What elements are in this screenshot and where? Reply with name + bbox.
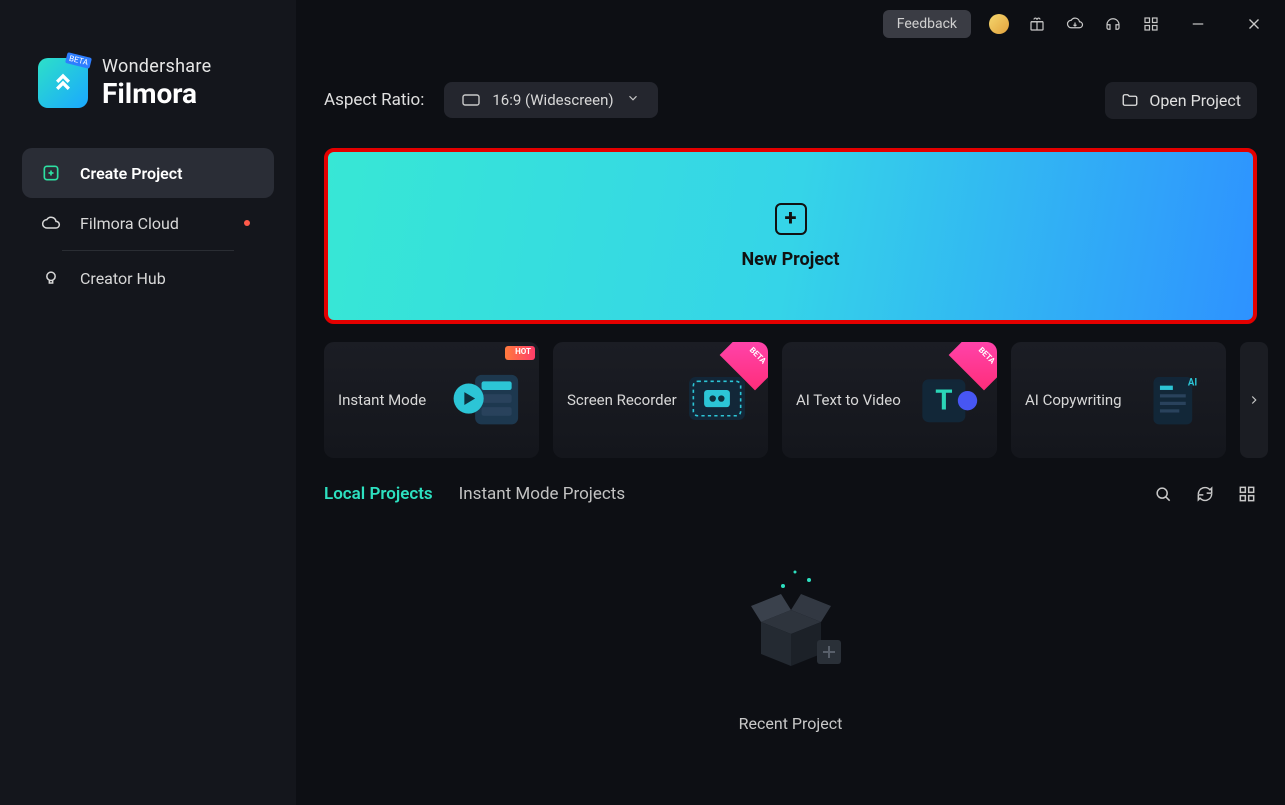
chevron-right-icon [1247,393,1261,407]
nav-divider [62,250,234,251]
svg-text:AI: AI [1188,378,1197,389]
tab-instant-mode-projects[interactable]: Instant Mode Projects [459,484,625,504]
aspect-ratio-value: 16:9 (Widescreen) [492,91,613,109]
feature-ai-text-to-video[interactable]: AI Text to Video T [782,342,997,458]
sidebar-nav: Create Project Filmora Cloud Creator Hub [0,130,296,303]
grid-view-icon[interactable] [1237,484,1257,504]
tabs-actions [1153,484,1257,504]
headset-icon[interactable] [1103,14,1123,34]
aspect-ratio-select[interactable]: 16:9 (Widescreen) [444,82,657,118]
beta-badge: BETA [65,52,92,69]
tab-local-projects[interactable]: Local Projects [324,484,433,504]
svg-text:T: T [935,384,952,417]
folder-icon [1121,91,1139,109]
main-area: Aspect Ratio: 16:9 (Widescreen) Open Pro… [296,48,1285,805]
sidebar-item-label: Filmora Cloud [80,214,179,233]
plus-icon: + [775,203,807,235]
feature-label: Screen Recorder [567,391,677,409]
app-logo: BETA Wondershare Filmora [0,48,296,130]
brand-line1: Wondershare [102,56,211,77]
recent-project-label: Recent Project [739,714,843,733]
empty-box-icon [721,544,861,684]
feature-ai-copywriting[interactable]: AI Copywriting AI [1011,342,1226,458]
cloud-download-icon[interactable] [1065,14,1085,34]
cloud-icon [40,212,62,234]
sidebar: BETA Wondershare Filmora Create Project … [0,0,296,805]
open-project-label: Open Project [1149,91,1241,110]
new-project-label: New Project [741,249,839,270]
feature-label: AI Copywriting [1025,391,1122,409]
recent-projects-area: Recent Project [324,544,1257,733]
feature-row: Instant Mode Screen Recorder AI Text to … [324,342,1257,458]
feature-screen-recorder[interactable]: Screen Recorder [553,342,768,458]
sidebar-item-label: Creator Hub [80,269,166,288]
feature-next-button[interactable] [1240,342,1268,458]
aspect-ratio-label: Aspect Ratio: [324,90,424,110]
copywriting-icon: AI [1132,360,1218,440]
top-row: Aspect Ratio: 16:9 (Widescreen) Open Pro… [324,78,1257,122]
logo-mark-icon: BETA [38,58,88,108]
instant-mode-icon [445,360,531,440]
close-button[interactable] [1235,14,1273,34]
chevron-down-icon [626,91,640,109]
sidebar-item-filmora-cloud[interactable]: Filmora Cloud [22,198,274,248]
plus-square-icon [40,162,62,184]
refresh-icon[interactable] [1195,484,1215,504]
feedback-button[interactable]: Feedback [883,10,971,38]
sidebar-item-create-project[interactable]: Create Project [22,148,274,198]
apps-icon[interactable] [1141,14,1161,34]
sidebar-item-creator-hub[interactable]: Creator Hub [22,253,274,303]
globe-icon[interactable] [989,14,1009,34]
feature-instant-mode[interactable]: Instant Mode [324,342,539,458]
logo-text: Wondershare Filmora [102,56,211,110]
gift-icon[interactable] [1027,14,1047,34]
sidebar-item-label: Create Project [80,164,183,183]
brand-line2: Filmora [102,77,211,110]
bulb-icon [40,267,62,289]
ratio-rect-icon [462,94,480,106]
new-project-button[interactable]: + New Project [324,148,1257,324]
notification-dot [244,220,250,226]
feature-label: AI Text to Video [796,391,901,409]
projects-tabs: Local Projects Instant Mode Projects [324,484,1257,504]
text-to-video-icon: T [903,360,989,440]
feature-label: Instant Mode [338,391,426,409]
minimize-button[interactable] [1179,14,1217,34]
open-project-button[interactable]: Open Project [1105,82,1257,119]
search-icon[interactable] [1153,484,1173,504]
screen-recorder-icon [674,360,760,440]
